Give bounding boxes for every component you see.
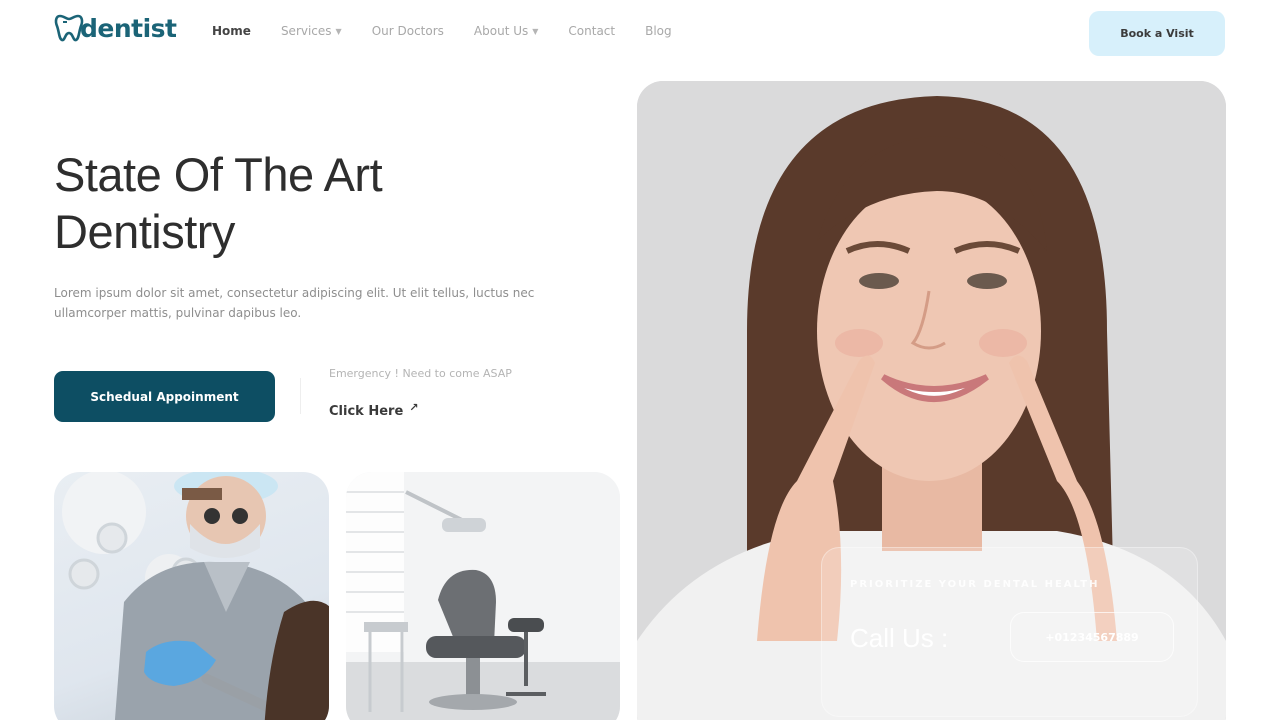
emergency-click-here-link[interactable]: Click Here ↗ [329,401,419,419]
vertical-divider [300,378,301,414]
contact-card: PRIORITIZE YOUR DENTAL HEALTH Call Us : … [821,547,1198,717]
call-us-label: Call Us : [850,623,949,653]
nav-item-home[interactable]: Home [212,24,251,38]
schedule-appointment-button[interactable]: Schedual Appoinment [54,371,275,422]
nav-item-contact[interactable]: Contact [568,24,615,38]
nav-item-label: Our Doctors [371,24,444,38]
dentist-illustration [62,472,329,720]
site-header: dentist Home Services ▼ Our Doctors Abou… [0,0,1280,68]
dental-clinic-room-image [346,472,620,720]
smiling-woman-photo: PRIORITIZE YOUR DENTAL HEALTH Call Us : … [637,81,1226,720]
chevron-down-icon: ▼ [532,26,539,36]
nav-item-label: About Us [473,24,529,38]
nav-item-blog[interactable]: Blog [645,24,672,38]
phone-number-button[interactable]: +01234567889 [1010,612,1174,662]
nav-item-services[interactable]: Services ▼ [281,24,342,38]
brand-logo[interactable]: dentist [54,12,177,44]
nav-item-label: Home [212,24,251,38]
click-here-label: Click Here [329,404,404,419]
clinic-illustration [346,472,620,720]
hero-title: State Of The Art Dentistry [54,148,383,258]
nav-item-our-doctors[interactable]: Our Doctors [372,24,444,38]
nav-item-about-us[interactable]: About Us ▼ [474,24,538,38]
emergency-text: Emergency ! Need to come ASAP [329,367,512,380]
nav-item-label: Blog [645,24,672,38]
arrow-up-right-icon: ↗ [409,401,419,414]
tooth-logo-icon [54,14,84,42]
nav-item-label: Contact [568,24,616,38]
main-nav: Home Services ▼ Our Doctors About Us ▼ C… [212,24,702,38]
dentist-at-work-image [54,472,329,720]
nav-item-label: Services [280,24,332,38]
chevron-down-icon: ▼ [335,26,342,36]
book-visit-button[interactable]: Book a Visit [1089,11,1225,56]
contact-tagline: PRIORITIZE YOUR DENTAL HEALTH [850,579,1100,590]
hero-description: Lorem ipsum dolor sit amet, consectetur … [54,286,535,320]
brand-name: dentist [80,13,177,43]
